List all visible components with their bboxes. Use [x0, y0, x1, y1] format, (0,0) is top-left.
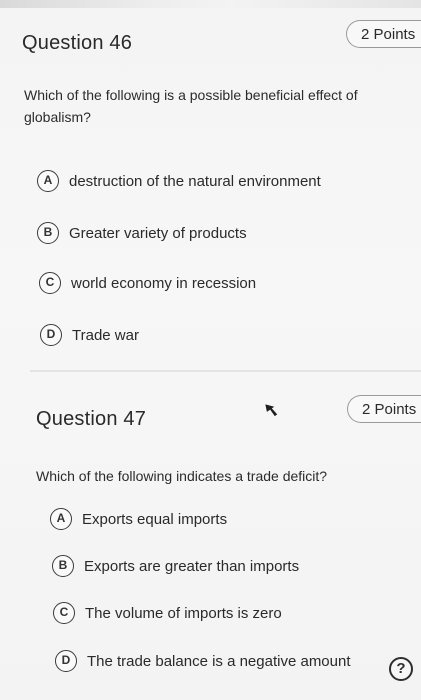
option-label: Trade war: [72, 326, 139, 344]
option-label: world economy in recession: [71, 274, 257, 292]
option-label: Exports are greater than imports: [84, 557, 300, 575]
option-letter-c: C: [53, 602, 75, 624]
question-card-47: Question 47 2 Points Which of the follow…: [0, 380, 421, 700]
option-letter-d: D: [55, 650, 77, 672]
question-title: Question 47: [36, 408, 147, 430]
points-badge: 2 Points: [347, 395, 421, 423]
option-c[interactable]: C The volume of imports is zero: [53, 600, 282, 626]
option-letter-b: B: [37, 222, 59, 244]
help-icon[interactable]: ?: [389, 657, 413, 681]
option-a[interactable]: A Exports equal imports: [50, 506, 227, 532]
option-letter-b: B: [52, 555, 74, 577]
question-card-46: Question 46 2 Points Which of the follow…: [0, 8, 421, 368]
option-label: Greater variety of products: [69, 224, 247, 242]
question-title: Question 46: [22, 32, 133, 54]
option-label: The volume of imports is zero: [85, 604, 282, 622]
option-label: Exports equal imports: [82, 510, 228, 528]
option-a[interactable]: A destruction of the natural environment: [37, 168, 321, 194]
question-text: Which of the following is a possible ben…: [24, 87, 358, 125]
mouse-pointer-icon: [265, 404, 278, 417]
points-badge: 2 Points: [346, 20, 421, 48]
question-text: Which of the following indicates a trade…: [36, 468, 328, 484]
option-b[interactable]: B Greater variety of products: [37, 220, 247, 246]
option-d[interactable]: D The trade balance is a negative amount: [55, 648, 351, 674]
option-letter-a: A: [37, 170, 59, 192]
option-letter-c: C: [39, 272, 61, 294]
option-c[interactable]: C world economy in recession: [39, 270, 256, 296]
option-label: destruction of the natural environment: [69, 172, 321, 190]
option-letter-d: D: [40, 324, 62, 346]
option-letter-a: A: [50, 508, 72, 530]
option-d[interactable]: D Trade war: [40, 322, 139, 348]
question-divider: [30, 370, 421, 372]
quiz-page: Question 46 2 Points Which of the follow…: [0, 8, 421, 700]
option-b[interactable]: B Exports are greater than imports: [52, 553, 299, 579]
option-label: The trade balance is a negative amount: [87, 652, 351, 670]
